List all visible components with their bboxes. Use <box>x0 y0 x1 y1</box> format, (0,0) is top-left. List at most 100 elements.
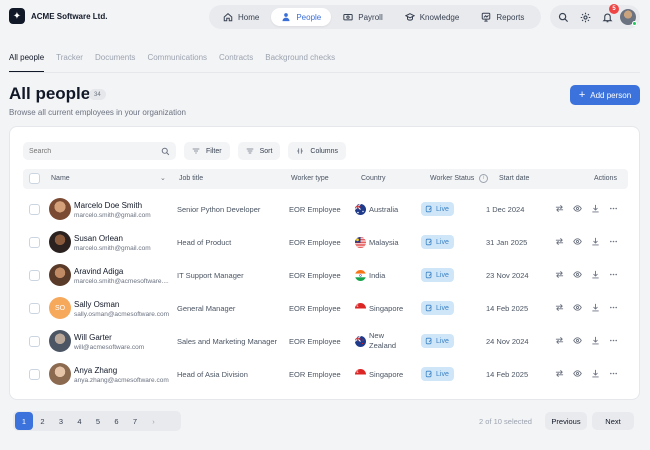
header-worker-type[interactable]: Worker type <box>291 175 329 182</box>
page-7-button[interactable]: 7 <box>126 412 144 430</box>
job-title: Sales and Marketing Manager <box>177 337 278 346</box>
worker-type: EOR Employee <box>289 205 341 214</box>
table-row[interactable]: Aravind Adiga marcelo.smith@acmesoftware… <box>23 259 628 292</box>
employee-email: sally.osman@acmesoftware.com <box>74 311 169 318</box>
download-icon[interactable] <box>590 236 600 246</box>
more-icon[interactable] <box>608 236 618 246</box>
row-checkbox[interactable] <box>29 237 40 248</box>
swap-icon[interactable] <box>554 236 564 246</box>
view-icon[interactable] <box>572 203 582 213</box>
select-all-checkbox[interactable] <box>29 173 40 184</box>
tab-communications[interactable]: Communications <box>147 53 207 72</box>
page-3-button[interactable]: 3 <box>52 412 70 430</box>
view-icon[interactable] <box>572 269 582 279</box>
home-icon <box>223 12 233 22</box>
row-checkbox[interactable] <box>29 369 40 380</box>
swap-icon[interactable] <box>554 368 564 378</box>
more-icon[interactable] <box>608 269 618 279</box>
employee-name[interactable]: Susan Orlean <box>74 234 123 243</box>
employee-name[interactable]: Will Garter <box>74 333 112 342</box>
header-worker-status[interactable]: Worker Status <box>430 175 474 182</box>
info-icon[interactable]: i <box>479 174 488 183</box>
status-badge: Live <box>421 367 454 381</box>
swap-icon[interactable] <box>554 335 564 345</box>
more-icon[interactable] <box>608 368 618 378</box>
view-icon[interactable] <box>572 335 582 345</box>
user-avatar[interactable] <box>620 9 637 26</box>
more-icon[interactable] <box>608 203 618 213</box>
row-checkbox[interactable] <box>29 204 40 215</box>
header-name[interactable]: Name <box>51 175 70 182</box>
filter-button[interactable]: Filter <box>184 142 230 160</box>
worker-type: EOR Employee <box>289 370 341 379</box>
swap-icon[interactable] <box>554 203 564 213</box>
employee-name[interactable]: Marcelo Doe Smith <box>74 201 142 210</box>
columns-button[interactable]: Columns <box>288 142 347 160</box>
page-5-button[interactable]: 5 <box>89 412 107 430</box>
nav-knowledge[interactable]: Knowledge <box>395 8 470 26</box>
next-button[interactable]: Next <box>592 412 634 430</box>
chevron-right-icon[interactable]: › <box>145 412 163 430</box>
more-icon[interactable] <box>608 302 618 312</box>
row-checkbox[interactable] <box>29 270 40 281</box>
download-icon[interactable] <box>590 368 600 378</box>
sparkle-icon: ✦ <box>9 8 25 24</box>
download-icon[interactable] <box>590 335 600 345</box>
start-date: 31 Jan 2025 <box>486 238 528 247</box>
nav-payroll[interactable]: Payroll <box>333 8 392 26</box>
nav-people[interactable]: People <box>271 8 332 26</box>
more-icon[interactable] <box>608 335 618 345</box>
table-row[interactable]: Marcelo Doe Smith marcelo.smith@gmail.co… <box>23 193 628 226</box>
employee-name[interactable]: Anya Zhang <box>74 366 117 375</box>
tab-contracts[interactable]: Contracts <box>219 53 253 72</box>
view-icon[interactable] <box>572 302 582 312</box>
view-icon[interactable] <box>572 368 582 378</box>
previous-button[interactable]: Previous <box>545 412 587 430</box>
brand[interactable]: ✦ ACME Software Ltd. <box>9 8 107 24</box>
row-checkbox[interactable] <box>29 336 40 347</box>
download-icon[interactable] <box>590 269 600 279</box>
page-6-button[interactable]: 6 <box>108 412 126 430</box>
row-checkbox[interactable] <box>29 303 40 314</box>
avatar[interactable] <box>49 198 71 220</box>
online-status-indicator <box>632 21 637 26</box>
page-4-button[interactable]: 4 <box>71 412 89 430</box>
avatar[interactable] <box>49 264 71 286</box>
search-box[interactable] <box>23 142 176 160</box>
download-icon[interactable] <box>590 302 600 312</box>
avatar-initials[interactable]: SO <box>49 297 71 319</box>
table-row[interactable]: Susan Orlean marcelo.smith@gmail.com Hea… <box>23 226 628 259</box>
download-icon[interactable] <box>590 203 600 213</box>
header-start-date[interactable]: Start date <box>499 175 529 182</box>
avatar[interactable] <box>49 363 71 385</box>
employee-name[interactable]: Aravind Adiga <box>74 267 123 276</box>
avatar[interactable] <box>49 330 71 352</box>
page-2-button[interactable]: 2 <box>34 412 52 430</box>
table-row[interactable]: SO Sally Osman sally.osman@acmesoftware.… <box>23 292 628 325</box>
header-job-title[interactable]: Job title <box>179 175 203 182</box>
settings-button[interactable] <box>576 8 594 26</box>
india-flag-icon <box>355 270 366 281</box>
swap-icon[interactable] <box>554 302 564 312</box>
page-1-button[interactable]: 1 <box>15 412 33 430</box>
worker-type: EOR Employee <box>289 238 341 247</box>
avatar[interactable] <box>49 231 71 253</box>
tab-tracker[interactable]: Tracker <box>56 53 83 72</box>
table-row[interactable]: Anya Zhang anya.zhang@acmesoftware.com H… <box>23 358 628 391</box>
view-icon[interactable] <box>572 236 582 246</box>
header-country[interactable]: Country <box>361 175 386 182</box>
nav-reports[interactable]: Reports <box>471 8 534 26</box>
sort-button[interactable]: Sort <box>237 142 281 160</box>
search-input[interactable] <box>29 147 149 155</box>
employee-name[interactable]: Sally Osman <box>74 300 119 309</box>
add-person-button[interactable]: + Add person <box>570 85 640 105</box>
table-row[interactable]: Will Garter will@acmesoftware.com Sales … <box>23 325 628 358</box>
search-button[interactable] <box>554 8 572 26</box>
tab-background-checks[interactable]: Background checks <box>265 53 335 72</box>
notifications-button[interactable]: 5 <box>598 4 619 26</box>
swap-icon[interactable] <box>554 269 564 279</box>
tab-documents[interactable]: Documents <box>95 53 135 72</box>
chevron-down-icon[interactable]: ⌄ <box>160 174 166 182</box>
tab-all-people[interactable]: All people <box>9 53 45 72</box>
nav-home[interactable]: Home <box>213 8 269 26</box>
